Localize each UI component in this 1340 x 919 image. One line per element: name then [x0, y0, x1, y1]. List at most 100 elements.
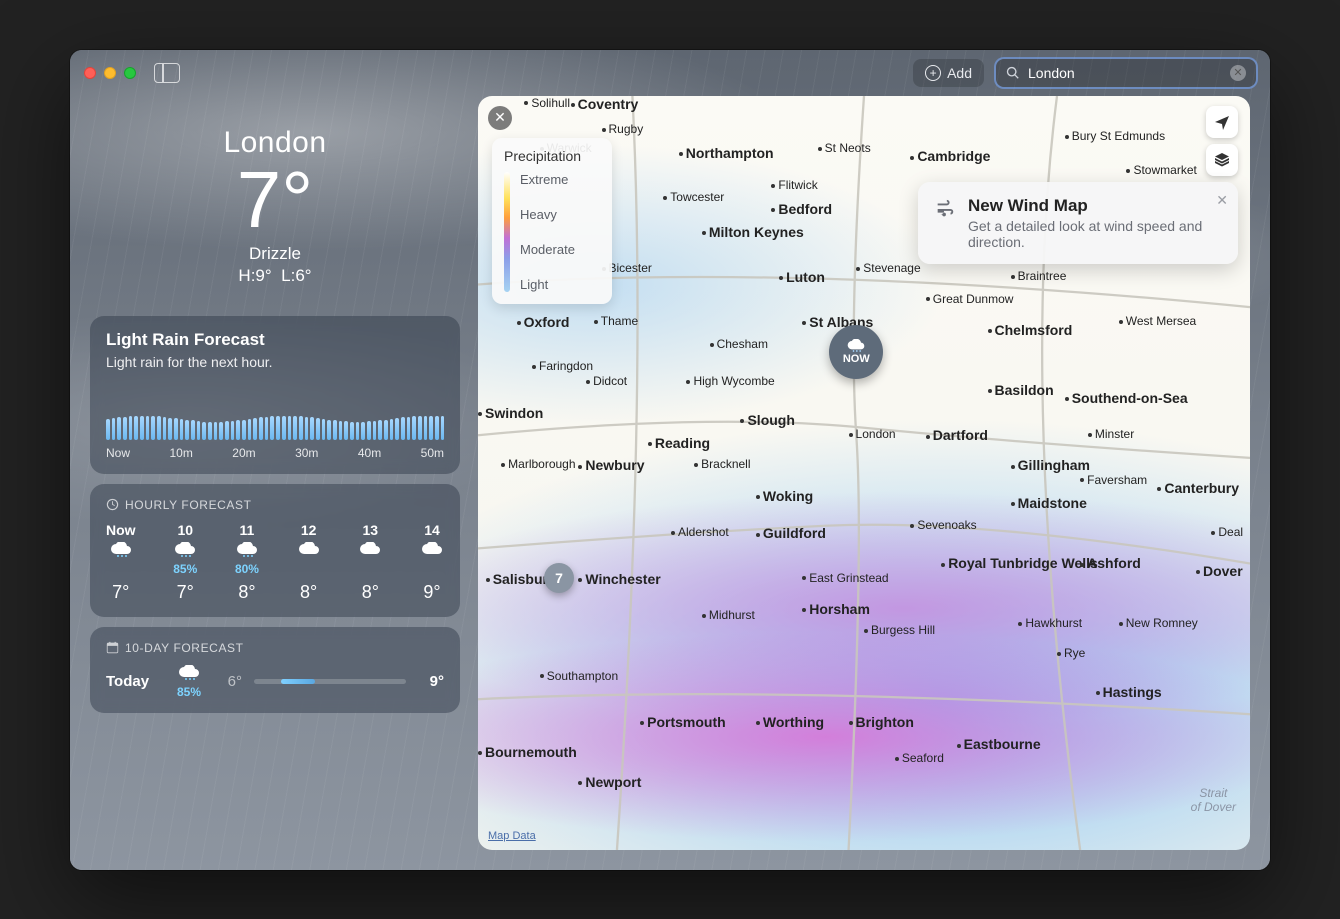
place-label: Gillingham — [1011, 457, 1090, 473]
hourly-forecast-card[interactable]: HOURLY FORECAST Now 7° 10 85% 7° 11 80% 8°… — [90, 484, 460, 617]
legend-title: Precipitation — [504, 148, 600, 164]
place-label: Minster — [1088, 427, 1134, 441]
place-label: Braintree — [1011, 269, 1067, 283]
place-label: Cambridge — [910, 148, 990, 164]
rain-card-subtitle: Light rain for the next hour. — [106, 354, 444, 370]
place-label: Worthing — [756, 714, 824, 730]
day-row-today[interactable]: Today 85% 6° 9° — [106, 655, 444, 699]
place-label: Rye — [1057, 646, 1085, 660]
calendar-icon — [106, 641, 119, 654]
day-label: Today — [106, 673, 162, 690]
place-label: Maidstone — [1011, 495, 1087, 511]
cloud-rain-icon — [846, 339, 866, 353]
location-arrow-icon — [1214, 114, 1230, 130]
place-label: Chelmsford — [988, 322, 1073, 338]
hour-cell[interactable]: 12 8° — [297, 522, 321, 603]
place-label: Dover — [1196, 563, 1243, 579]
place-label: Sevenoaks — [910, 518, 976, 532]
place-label: Reading — [648, 435, 710, 451]
wind-map-tooltip[interactable]: New Wind Map Get a detailed look at wind… — [918, 182, 1238, 264]
sidebar-toggle-button[interactable] — [154, 63, 180, 83]
place-label: High Wycombe — [686, 374, 774, 388]
clock-icon — [106, 498, 119, 511]
search-icon — [1006, 66, 1020, 80]
place-label: Rugby — [602, 122, 644, 136]
place-label: Seaford — [895, 751, 944, 765]
place-label: Coventry — [571, 96, 639, 112]
low-temp: L:6° — [281, 266, 311, 285]
place-label: Didcot — [586, 374, 627, 388]
place-label: Flitwick — [771, 178, 817, 192]
locate-me-button[interactable] — [1206, 106, 1238, 138]
hour-cell[interactable]: 10 85% 7° — [173, 522, 197, 603]
place-label: Oxford — [517, 314, 570, 330]
window-minimize-button[interactable] — [104, 67, 116, 79]
hourly-row: Now 7° 10 85% 7° 11 80% 8° 12 8° 13 8° 14 9° — [106, 522, 444, 603]
current-location-pin[interactable]: NOW — [829, 325, 883, 379]
ten-day-forecast-card[interactable]: 10-DAY FORECAST Today 85% 6° 9° — [90, 627, 460, 713]
window-close-button[interactable] — [84, 67, 96, 79]
rain-card-title: Light Rain Forecast — [106, 330, 444, 350]
place-label: Chesham — [710, 337, 768, 351]
place-label: Burgess Hill — [864, 623, 935, 637]
place-label: Faversham — [1080, 473, 1147, 487]
place-label: Northampton — [679, 145, 774, 161]
titlebar: + Add ✕ — [70, 50, 1270, 96]
place-label: Aldershot — [671, 525, 729, 539]
search-field[interactable]: ✕ — [996, 59, 1256, 87]
hour-cell[interactable]: 14 9° — [420, 522, 444, 603]
place-label: New Romney — [1119, 616, 1198, 630]
tooltip-close-button[interactable]: ✕ — [1216, 192, 1228, 209]
hour-cell[interactable]: 13 8° — [358, 522, 382, 603]
place-label: Faringdon — [532, 359, 593, 373]
place-label: Eastbourne — [957, 736, 1041, 752]
high-temp: H:9° — [238, 266, 271, 285]
place-label: Bedford — [771, 201, 832, 217]
add-label: Add — [947, 65, 972, 81]
place-label: Brighton — [849, 714, 914, 730]
window-zoom-button[interactable] — [124, 67, 136, 79]
place-label: Towcester — [663, 190, 724, 204]
search-clear-button[interactable]: ✕ — [1230, 65, 1246, 81]
place-label: Stevenage — [856, 261, 920, 275]
place-label: Bracknell — [694, 457, 750, 471]
place-label: London — [849, 427, 896, 441]
forecast-panel: London 7° Drizzle H:9° L:6° Light Rain F… — [90, 96, 460, 850]
current-temp: 7° — [90, 160, 460, 240]
place-label: Guildford — [756, 525, 826, 541]
place-label: Horsham — [802, 601, 870, 617]
place-label: Deal — [1211, 525, 1243, 539]
place-label: Marlborough — [501, 457, 575, 471]
place-label: Swindon — [478, 405, 543, 421]
map-close-button[interactable]: ✕ — [488, 106, 512, 130]
precipitation-next-hour-card[interactable]: Light Rain Forecast Light rain for the n… — [90, 316, 460, 474]
hourly-header: HOURLY FORECAST — [106, 498, 444, 512]
precipitation-map[interactable]: ✕ Precipitation ExtremeHeavyModerateLigh… — [478, 96, 1250, 850]
place-label: Milton Keynes — [702, 224, 804, 240]
precipitation-legend: Precipitation ExtremeHeavyModerateLight — [492, 138, 612, 304]
place-label: Solihull — [524, 96, 570, 110]
place-label: Newport — [578, 774, 641, 790]
other-location-pin[interactable]: 7 — [544, 563, 574, 593]
hour-cell[interactable]: Now 7° — [106, 522, 136, 603]
day-high: 9° — [418, 673, 444, 690]
temp-range-bar — [254, 679, 406, 684]
day-icon: 85% — [174, 665, 204, 699]
place-label: Southend-on-Sea — [1065, 390, 1188, 406]
traffic-lights — [84, 67, 136, 79]
place-label: Dartford — [926, 427, 988, 443]
add-location-button[interactable]: + Add — [913, 59, 984, 87]
current-conditions: London 7° Drizzle H:9° L:6° — [90, 96, 460, 306]
place-label: Portsmouth — [640, 714, 726, 730]
place-label: St Neots — [818, 141, 871, 155]
now-pin-label: NOW — [843, 353, 870, 365]
hour-cell[interactable]: 11 80% 8° — [235, 522, 259, 603]
map-layers-button[interactable] — [1206, 144, 1238, 176]
place-label: Hawkhurst — [1018, 616, 1082, 630]
place-label: Slough — [740, 412, 794, 428]
search-input[interactable] — [1028, 65, 1222, 81]
place-label: Bournemouth — [478, 744, 577, 760]
minute-precip-bars — [106, 388, 444, 440]
map-data-link[interactable]: Map Data — [488, 830, 536, 842]
place-label: Great Dunmow — [926, 292, 1014, 306]
